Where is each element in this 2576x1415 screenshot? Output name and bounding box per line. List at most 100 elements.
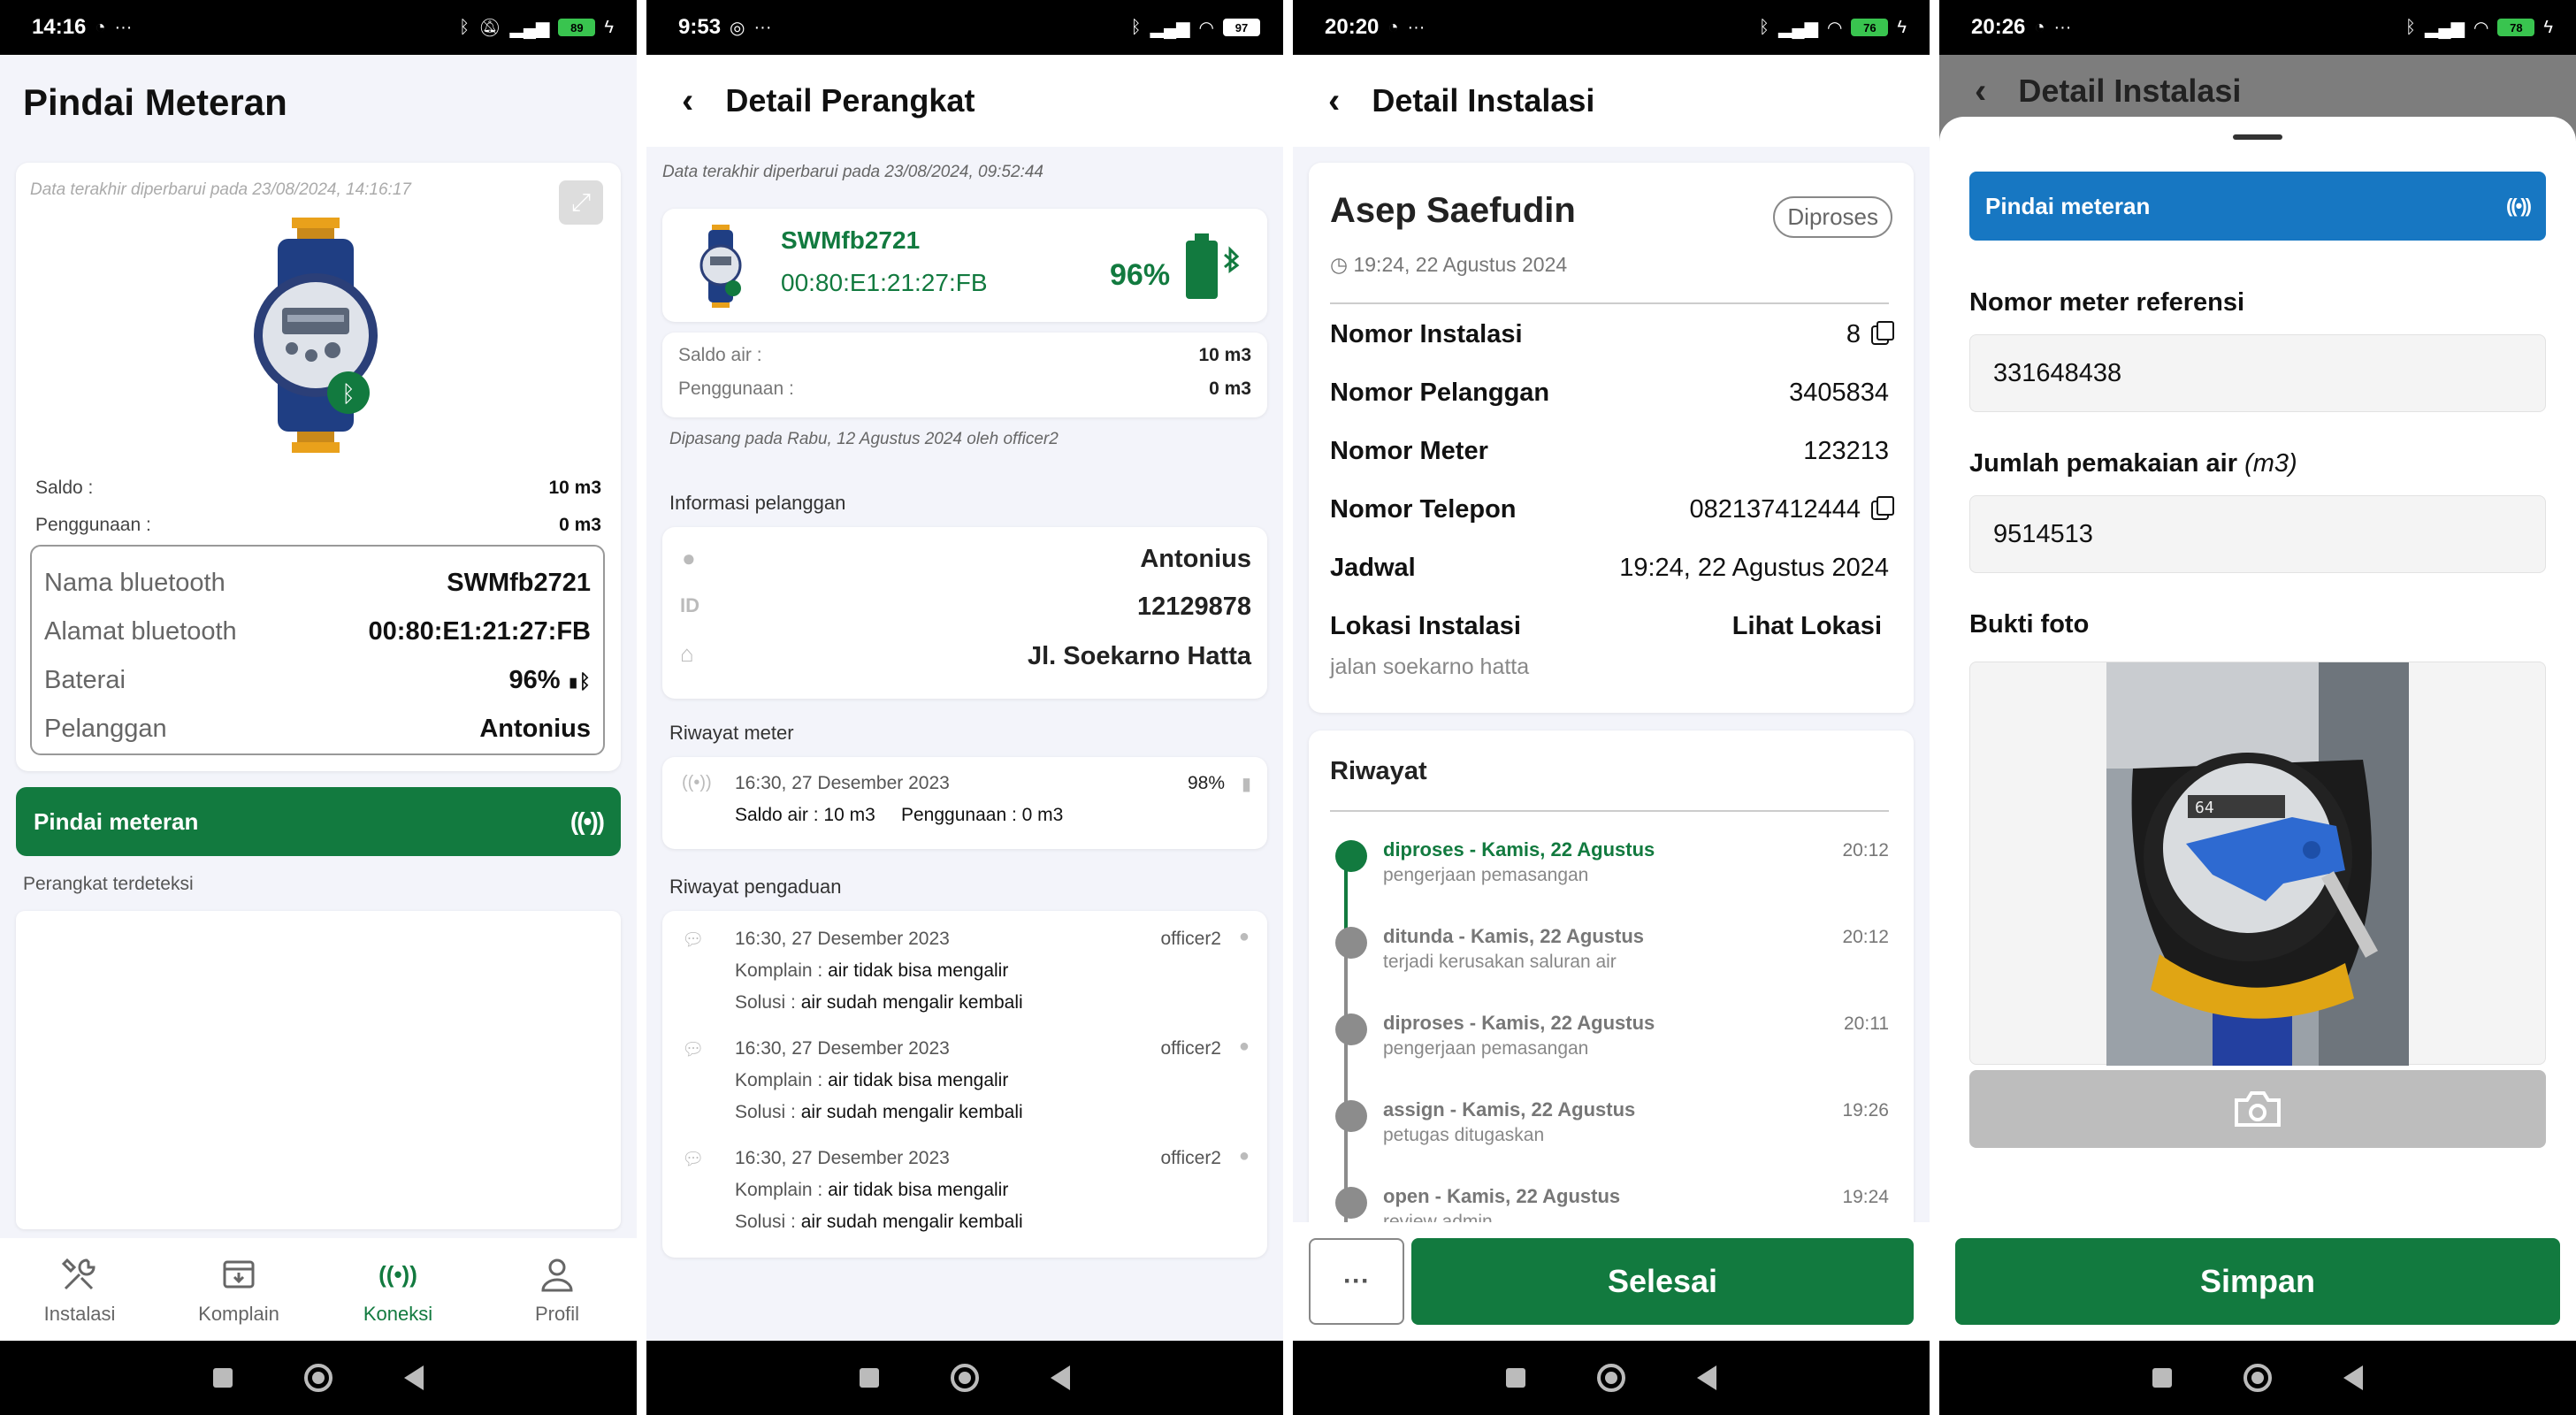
expand-icon[interactable]: ⤢ [559, 180, 603, 225]
photo-proof-box: 64 [1969, 662, 2546, 1066]
recents-icon[interactable] [213, 1368, 233, 1388]
complaint-item[interactable]: 💬︎ 16:30, 27 Desember 2023 officer2 ● Ko… [662, 1143, 1267, 1249]
charging-icon: ϟ [1897, 17, 1907, 37]
signal-icon: ▂▄▆ [509, 18, 550, 38]
device-card[interactable]: SWMfb2721 00:80:E1:21:27:FB 96% [662, 209, 1267, 322]
back-icon[interactable] [1697, 1365, 1716, 1390]
scan-meter-label: Pindai meteran [34, 807, 199, 835]
complaint-text: air tidak bisa mengalir [828, 1070, 1009, 1090]
recents-icon[interactable] [860, 1368, 879, 1388]
nav-label-komplain: Komplain [198, 1303, 279, 1325]
svg-text:ᛒ: ᛒ [341, 381, 355, 408]
broadcast-icon: ((•)) [2505, 195, 2532, 217]
solution-label: Solusi : [735, 1212, 796, 1232]
signal-icon: ▂▄▆ [1778, 18, 1818, 38]
back-arrow-icon[interactable]: ‹ [1328, 83, 1340, 119]
row-value: 123213 [1803, 437, 1889, 465]
nav-item-profil[interactable]: Profil [482, 1253, 632, 1326]
timeline-time: 19:24 [1842, 1187, 1889, 1207]
battery-bluetooth-icon [1186, 233, 1240, 299]
water-usage-input[interactable]: 9514513 [1969, 495, 2546, 573]
inbox-icon [218, 1253, 260, 1296]
timeline-time: 20:12 [1842, 927, 1889, 947]
chat-icon: 💬︎ [682, 930, 705, 950]
copy-icon[interactable] [1871, 320, 1894, 345]
battery-indicator: 76 [1851, 19, 1889, 36]
home-icon[interactable] [304, 1364, 333, 1392]
system-nav-bar [1939, 1341, 2576, 1415]
home-icon[interactable] [1597, 1364, 1625, 1392]
sheet-drag-handle[interactable] [2233, 134, 2282, 140]
system-nav-bar [646, 1341, 1283, 1415]
more-notifications-icon: ··· [753, 17, 772, 37]
customer-number-row: Nomor Pelanggan 3405834 [1330, 379, 1889, 408]
camera-icon [2235, 1091, 2281, 1127]
back-icon[interactable] [404, 1365, 424, 1390]
back-arrow-icon[interactable]: ‹ [682, 83, 693, 119]
solution-line: Solusi : air sudah mengalir kembali [735, 992, 1023, 1013]
row-value: 3405834 [1789, 379, 1889, 407]
bluetooth-icon: ᛒ [459, 17, 470, 37]
nav-item-instalasi[interactable]: Instalasi [4, 1253, 155, 1326]
more-options-button[interactable]: ··· [1309, 1238, 1404, 1325]
complaint-item[interactable]: 💬︎ 16:30, 27 Desember 2023 officer2 ● Ko… [662, 1033, 1267, 1139]
complaint-history-card: 💬︎ 16:30, 27 Desember 2023 officer2 ● Ko… [662, 911, 1267, 1258]
nav-item-koneksi[interactable]: ((•)) Koneksi [323, 1253, 473, 1326]
complaint-text: air tidak bisa mengalir [828, 960, 1009, 981]
save-button[interactable]: Simpan [1955, 1238, 2560, 1325]
usage-label: Penggunaan : [678, 379, 794, 399]
meter-history-time: 16:30, 27 Desember 2023 [735, 773, 950, 793]
usage-row: Penggunaan : 0 m3 [35, 515, 601, 536]
water-usage-label-text: Jumlah pemakaian air [1969, 449, 2238, 478]
solution-label: Solusi : [735, 992, 796, 1013]
customer-name: Antonius [1140, 545, 1251, 573]
timeline-dot [1335, 927, 1367, 959]
meter-photo: 64 [2106, 662, 2409, 1066]
scan-meter-button[interactable]: Pindai meteran ((•)) [1969, 172, 2546, 241]
nav-item-komplain[interactable]: Komplain [164, 1253, 314, 1326]
scan-meter-button[interactable]: Pindai meteran ((•)) [16, 787, 621, 856]
tools-icon [58, 1253, 101, 1296]
id-icon: ID [680, 594, 699, 616]
recents-icon[interactable] [1506, 1368, 1525, 1388]
saldo-row: Saldo air : 10 m3 [678, 345, 1251, 366]
copy-icon[interactable] [1871, 495, 1894, 520]
usage-card: Saldo air : 10 m3 Penggunaan : 0 m3 [662, 333, 1267, 417]
timeline-time: 20:11 [1844, 1013, 1889, 1034]
nav-label-koneksi: Koneksi [363, 1303, 433, 1325]
home-icon[interactable] [951, 1364, 979, 1392]
history-title: Riwayat [1330, 757, 1427, 785]
back-icon[interactable] [1051, 1365, 1070, 1390]
app-bar: ‹ Detail Instalasi [1293, 55, 1930, 147]
bt-name-value: SWMfb2721 [447, 569, 591, 597]
installation-number-row: Nomor Instalasi 8 [1330, 320, 1894, 349]
screen-installation-detail: 20:20 ◔ ··· ᛒ ▂▄▆ ◠ 76 ϟ ‹ Detail Instal… [1293, 0, 1930, 1415]
signal-icon: ▂▄▆ [1150, 18, 1190, 38]
complaint-label: Komplain : [735, 1070, 823, 1090]
app-notification-icon: ◔ [1387, 17, 1399, 37]
home-icon[interactable] [2243, 1364, 2272, 1392]
person-icon [536, 1253, 578, 1296]
row-value: 082137412444 [1689, 495, 1861, 524]
finish-button[interactable]: Selesai [1411, 1238, 1914, 1325]
back-icon[interactable] [2343, 1365, 2363, 1390]
bt-address-label: Alamat bluetooth [44, 617, 237, 646]
device-address: 00:80:E1:21:27:FB [781, 269, 988, 296]
clock-icon: ◷ [1330, 253, 1349, 276]
view-location-link[interactable]: Lihat Lokasi [1732, 612, 1889, 641]
complaint-label: Komplain : [735, 1180, 823, 1200]
battery-indicator: 97 [1223, 19, 1260, 36]
back-arrow-icon[interactable]: ‹ [1975, 73, 1986, 109]
take-photo-button[interactable] [1969, 1070, 2546, 1148]
reference-meter-input[interactable]: 331648438 [1969, 334, 2546, 412]
status-bar: 20:26 ◔ ··· ᛒ ▂▄▆ ◠ 78 ϟ [1939, 0, 2576, 55]
complaint-item[interactable]: 💬︎ 16:30, 27 Desember 2023 officer2 ● Ko… [662, 923, 1267, 1029]
action-bar: Simpan [1939, 1222, 2576, 1341]
recents-icon[interactable] [2152, 1368, 2172, 1388]
meter-history-card: ((•)) 16:30, 27 Desember 2023 98% ▮ Sald… [662, 757, 1267, 849]
solution-line: Solusi : air sudah mengalir kembali [735, 1102, 1023, 1123]
scan-meter-label: Pindai meteran [1985, 192, 2151, 219]
customer-label: Pelanggan [44, 715, 167, 743]
detected-devices-label: Perangkat terdeteksi [23, 874, 194, 894]
timestamp: 19:24, 22 Agustus 2024 [1353, 253, 1568, 276]
